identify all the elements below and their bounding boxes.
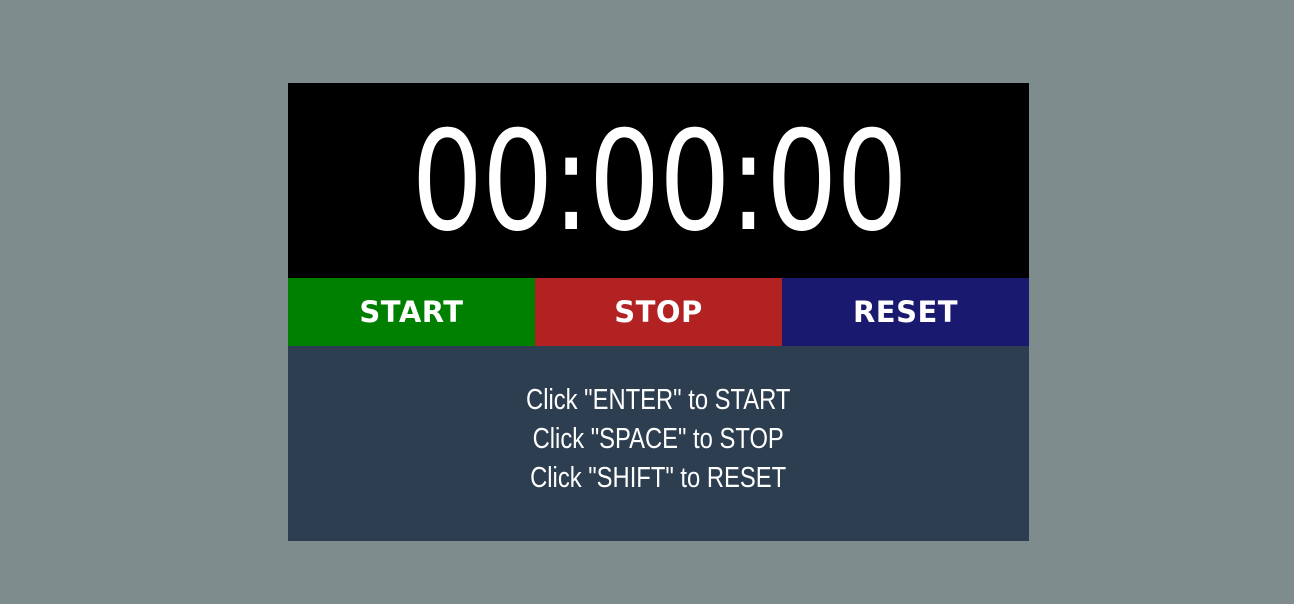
control-buttons: START STOP RESET: [288, 278, 1029, 346]
instruction-reset: Click "SHIFT" to RESET: [530, 462, 787, 494]
start-button[interactable]: START: [288, 278, 535, 346]
time-display: 00:00:00: [288, 83, 1029, 278]
instruction-start: Click "ENTER" to START: [526, 384, 791, 416]
instruction-stop: Click "SPACE" to STOP: [532, 423, 785, 455]
stop-button[interactable]: STOP: [535, 278, 782, 346]
keyboard-instructions: Click "ENTER" to START Click "SPACE" to …: [288, 346, 1029, 541]
reset-button[interactable]: RESET: [782, 278, 1029, 346]
elapsed-time: 00:00:00: [410, 100, 908, 262]
stopwatch-panel: 00:00:00 START STOP RESET Click "ENTER" …: [288, 83, 1029, 541]
